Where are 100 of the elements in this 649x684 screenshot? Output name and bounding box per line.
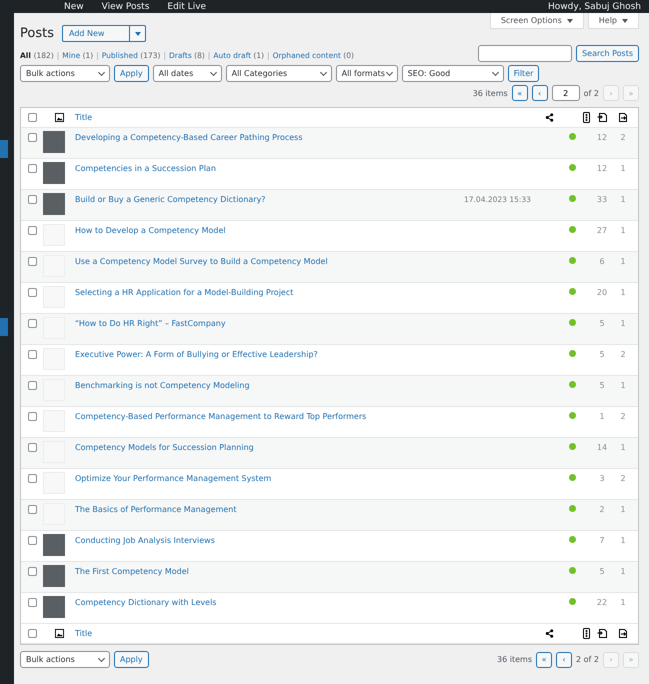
post-title-link[interactable]: Executive Power: A Form of Bullying or Effective Leadership? (75, 350, 464, 359)
first-page-button[interactable]: « (512, 85, 528, 101)
bulk-actions-select[interactable]: Bulk actions (20, 65, 110, 82)
photo-placeholder (43, 193, 65, 215)
post-title-link[interactable]: Benchmarking is not Competency Modeling (75, 381, 464, 390)
link-count: 27 (596, 226, 608, 235)
post-title-link[interactable]: Competency Models for Succession Planning (75, 443, 464, 452)
select-all-checkbox[interactable] (28, 629, 36, 638)
post-title-link[interactable]: Use a Competency Model Survey to Build a Competency Model (75, 257, 464, 266)
link-count: 1 (620, 288, 626, 297)
add-new-split-button[interactable]: Add New (62, 25, 146, 42)
bulk-actions-select[interactable]: Bulk actions (20, 651, 110, 668)
search-button[interactable]: Search Posts (576, 45, 639, 62)
document-arrow-icon (596, 112, 608, 123)
link-count: 12 (596, 164, 608, 173)
post-title-link[interactable]: Developing a Competency-Based Career Pathing Process (75, 133, 464, 142)
row-checkbox[interactable] (28, 536, 36, 545)
link-count: 12 (596, 133, 608, 142)
search-field[interactable] (478, 45, 572, 62)
previous-page-button[interactable]: ‹ (532, 85, 548, 101)
link-count: 2 (620, 412, 626, 421)
link-count: 1 (620, 319, 626, 328)
row-checkbox[interactable] (28, 133, 36, 142)
image-icon (54, 113, 64, 122)
link-count: 1 (599, 412, 605, 421)
first-page-button[interactable]: « (536, 652, 552, 668)
link-count: 5 (599, 567, 605, 576)
document-arrow-icon (618, 628, 628, 639)
select-all-checkbox[interactable] (28, 113, 36, 122)
post-title-link[interactable]: How to Develop a Competency Model (75, 226, 464, 235)
traffic-light-icon (583, 628, 590, 639)
screen-tab-button[interactable]: Screen Options (490, 13, 584, 29)
add-new-button[interactable]: Add New (62, 26, 130, 41)
photo-placeholder (43, 534, 65, 556)
row-checkbox[interactable] (28, 381, 36, 390)
admin-bar-link[interactable]: Edit Live (167, 2, 206, 12)
image-icon (54, 629, 64, 638)
post-title-link[interactable]: “How to Do HR Right” – FastCompany (75, 319, 464, 328)
admin-bar-link[interactable]: New (64, 2, 84, 12)
post-title-link[interactable]: Selecting a HR Application for a Model-Building Project (75, 288, 464, 297)
link-count: 1 (620, 226, 626, 235)
row-checkbox[interactable] (28, 319, 36, 328)
user-greeting[interactable]: Howdy, Sabuj Ghosh (548, 2, 641, 12)
item-count: 36 items (472, 88, 508, 98)
post-title-link[interactable]: Build or Buy a Generic Competency Dictionary? (75, 195, 464, 204)
link-count: 14 (596, 443, 608, 452)
link-count: 1 (620, 443, 626, 452)
page-title: Posts (20, 26, 54, 41)
row-checkbox[interactable] (28, 350, 36, 359)
screen-tab-button[interactable]: Help (588, 13, 639, 29)
photo-placeholder (43, 596, 65, 618)
apply-button[interactable]: Apply (114, 65, 149, 82)
post-title-link[interactable]: The First Competency Model (75, 567, 464, 576)
categories-select[interactable]: All Categories (226, 65, 332, 82)
link-count: 5 (599, 350, 605, 359)
item-count: 36 items (497, 655, 532, 664)
post-title-link[interactable]: Competency-Based Performance Management to Reward Top Performers (75, 412, 464, 421)
apply-button[interactable]: Apply (114, 651, 149, 668)
post-title-link[interactable]: Competency Dictionary with Levels (75, 598, 464, 607)
post-title-link[interactable]: Conducting Job Analysis Interviews (75, 536, 464, 545)
page-number-field[interactable]: 2 (552, 85, 580, 101)
formats-select[interactable]: All formats (336, 65, 398, 82)
filter-button[interactable]: Filter (508, 65, 540, 82)
link-count: 1 (620, 381, 626, 390)
link-count: 1 (620, 598, 626, 607)
row-checkbox[interactable] (28, 195, 36, 204)
link-count: 2 (620, 474, 626, 483)
link-count: 1 (620, 505, 626, 514)
photo-placeholder (43, 565, 65, 587)
post-title-link[interactable]: Optimize Your Performance Management System (75, 474, 464, 483)
row-checkbox[interactable] (28, 567, 36, 576)
title-column-header[interactable]: Title (75, 629, 464, 638)
row-checkbox[interactable] (28, 226, 36, 235)
link-count: 2 (599, 505, 605, 514)
post-title-link[interactable]: Competencies in a Succession Plan (75, 164, 464, 173)
document-arrow-icon (596, 628, 608, 639)
link-count: 22 (596, 598, 608, 607)
page-total: of 2 (584, 88, 599, 98)
row-checkbox[interactable] (28, 474, 36, 483)
post-title-link[interactable]: The Basics of Performance Management (75, 505, 464, 514)
dates-select[interactable]: All dates (152, 65, 222, 82)
row-checkbox[interactable] (28, 598, 36, 607)
previous-page-button[interactable]: ‹ (556, 652, 572, 668)
row-checkbox[interactable] (28, 505, 36, 514)
row-checkbox[interactable] (28, 164, 36, 173)
seo-select[interactable]: SEO: Good (402, 65, 504, 82)
row-checkbox[interactable] (28, 288, 36, 297)
row-checkbox[interactable] (28, 257, 36, 266)
title-column-header[interactable]: Title (75, 113, 464, 122)
admin-bar-link[interactable]: View Posts (102, 2, 150, 12)
document-arrow-icon (618, 112, 628, 123)
link-count: 3 (599, 474, 605, 483)
photo-placeholder (43, 131, 65, 153)
link-count: 20 (596, 288, 608, 297)
link-count: 2 (620, 133, 626, 142)
row-checkbox[interactable] (28, 412, 36, 421)
link-count: 1 (620, 195, 626, 204)
link-count: 1 (620, 257, 626, 266)
row-checkbox[interactable] (28, 443, 36, 452)
share-icon (545, 113, 554, 122)
